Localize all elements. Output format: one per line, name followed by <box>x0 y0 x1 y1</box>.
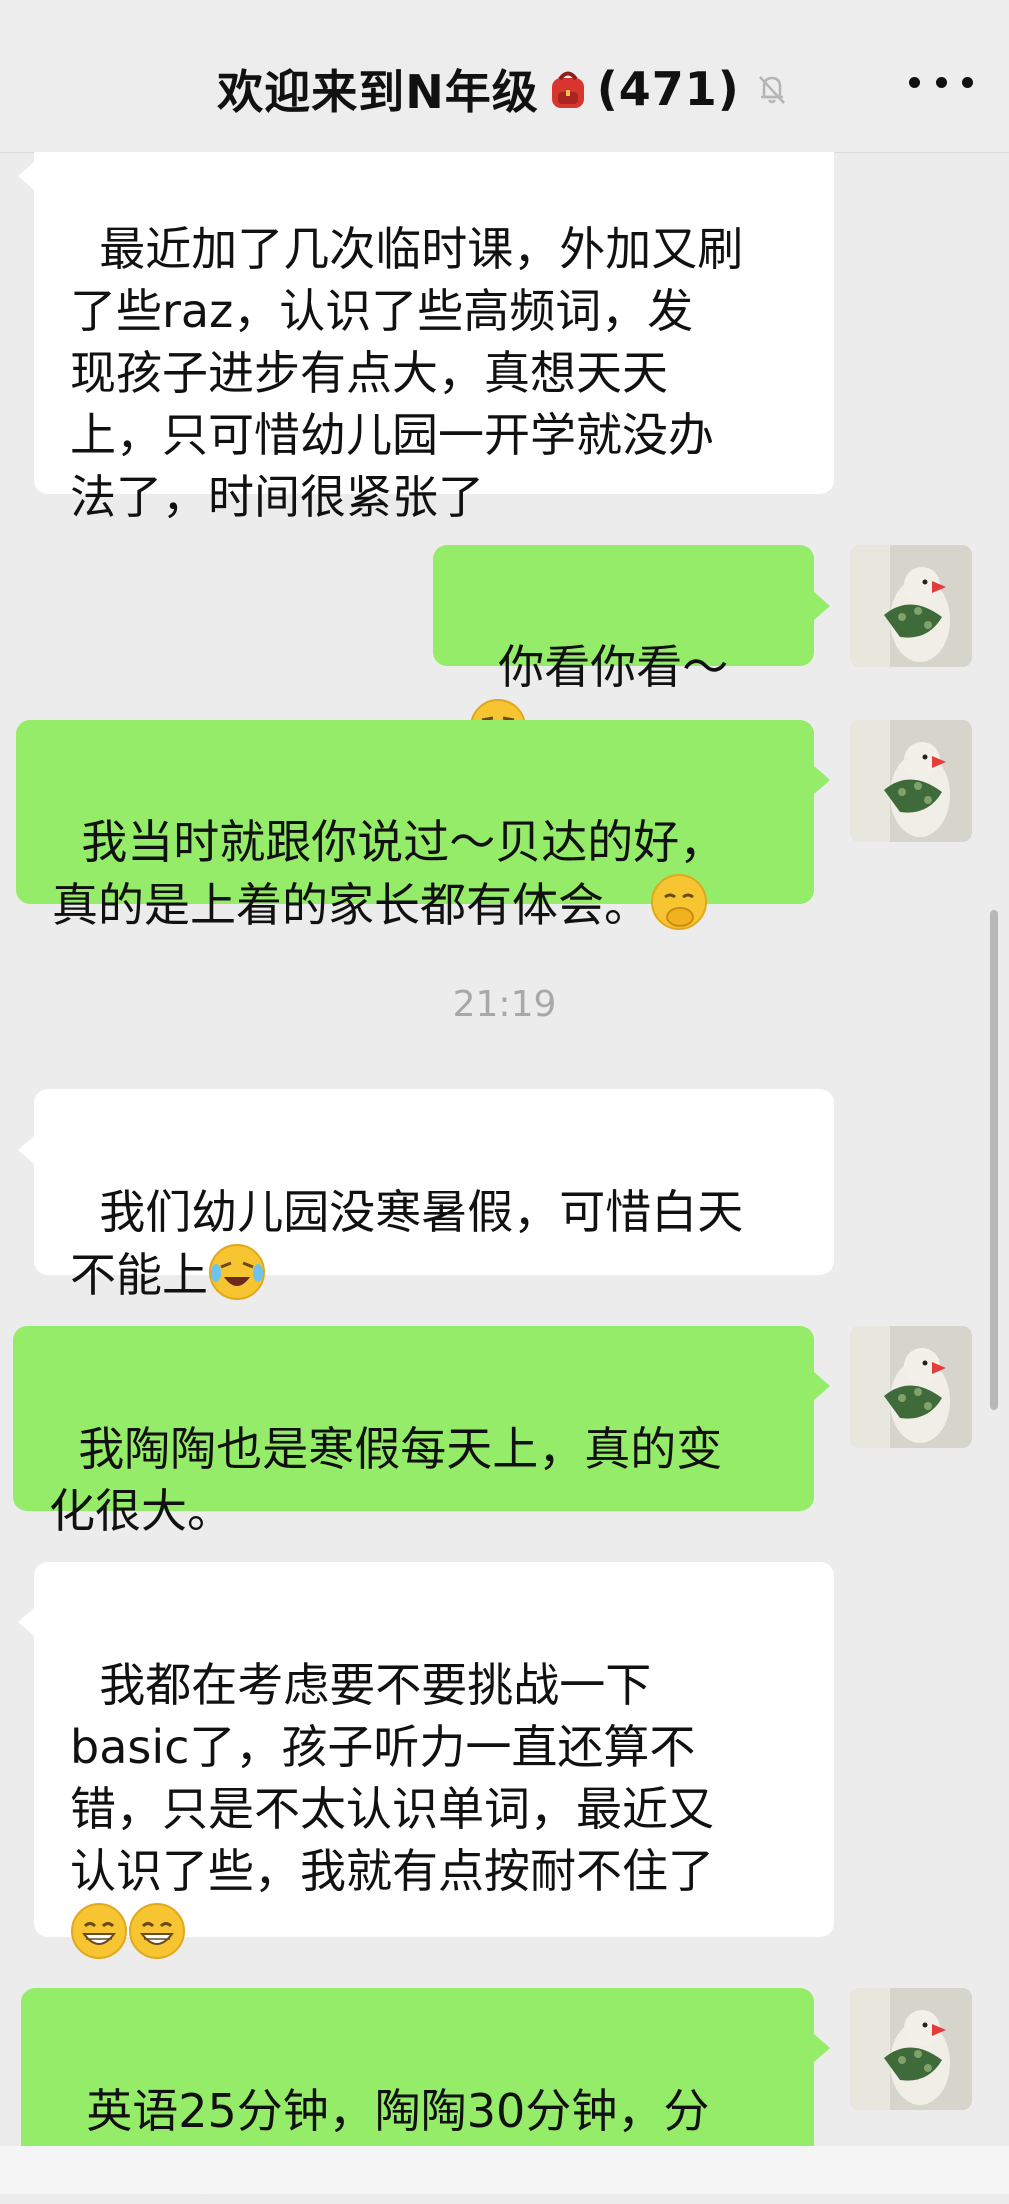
more-options-button[interactable] <box>909 60 973 104</box>
bubble-tail <box>18 162 34 190</box>
bell-muted-icon <box>758 76 785 104</box>
message-text: 我陶陶也是寒假每天上，真的变 化很大。 <box>49 1422 723 1538</box>
laughing-tears-face-icon <box>209 1244 265 1300</box>
bubble-tail <box>814 766 830 794</box>
grinning-face-icon <box>129 1903 185 1959</box>
bubble-tail <box>814 592 830 620</box>
bird-avatar-image <box>850 1988 972 2110</box>
avatar[interactable] <box>850 1988 972 2110</box>
avatar[interactable] <box>850 1326 972 1448</box>
more-icon <box>909 76 920 88</box>
group-name: 欢迎来到N年级 <box>217 65 539 119</box>
bird-avatar-image <box>850 720 972 842</box>
scrollbar[interactable] <box>990 910 998 1410</box>
message-bubble-sent[interactable]: 我陶陶也是寒假每天上，真的变 化很大。 <box>13 1326 814 1538</box>
bubble-tail <box>814 1372 830 1400</box>
message-bubble-sent[interactable]: 我当时就跟你说过～贝达的好， 真的是上着的家长都有体会。 <box>16 720 814 932</box>
message-text: 我当时就跟你说过～贝达的好， 真的是上着的家长都有体会。 <box>52 815 726 932</box>
input-bar-edge <box>0 2146 1009 2194</box>
message-bubble-sent[interactable]: 英语25分钟，陶陶30分钟，分 两次课，语文英语都抓起来了。 <box>21 1988 814 2200</box>
hand-over-mouth-face-icon <box>651 874 707 930</box>
bubble-tail <box>814 2034 830 2062</box>
member-count: (471) <box>596 62 740 116</box>
message-bubble-sent[interactable]: 你看你看～ <box>433 545 814 755</box>
message-bubble-received[interactable]: 我都在考虑要不要挑战一下 basic了，孩子听力一直还算不 错，只是不太认识单词… <box>34 1562 834 1959</box>
message-bubble-received[interactable]: 最近加了几次临时课，外加又刷 了些raz，认识了些高频词，发 现孩子进步有点大，… <box>34 152 834 524</box>
message-text: 最近加了几次临时课，外加又刷 了些raz，认识了些高频词，发 现孩子进步有点大，… <box>70 222 744 524</box>
chat-title-bar[interactable]: 欢迎来到N年级 (471) <box>0 56 1009 122</box>
message-bubble-received[interactable]: 我们幼儿园没寒暑假，可惜白天 不能上 <box>34 1089 834 1302</box>
backpack-emoji-icon <box>551 71 584 108</box>
message-text: 我们幼儿园没寒暑假，可惜白天 不能上 <box>70 1185 744 1302</box>
message-timestamp: 21:19 <box>452 984 557 1025</box>
message-text: 我都在考虑要不要挑战一下 basic了，孩子听力一直还算不 错，只是不太认识单词… <box>70 1658 714 1898</box>
avatar[interactable] <box>850 720 972 842</box>
bubble-tail <box>18 1608 34 1636</box>
bird-avatar-image <box>850 1326 972 1448</box>
message-text: 你看你看～ <box>498 640 729 694</box>
chat-header: 欢迎来到N年级 (471) <box>0 0 1009 153</box>
bird-avatar-image <box>850 545 972 667</box>
avatar[interactable] <box>850 545 972 667</box>
grinning-face-icon <box>71 1903 127 1959</box>
bubble-tail <box>18 1136 34 1164</box>
